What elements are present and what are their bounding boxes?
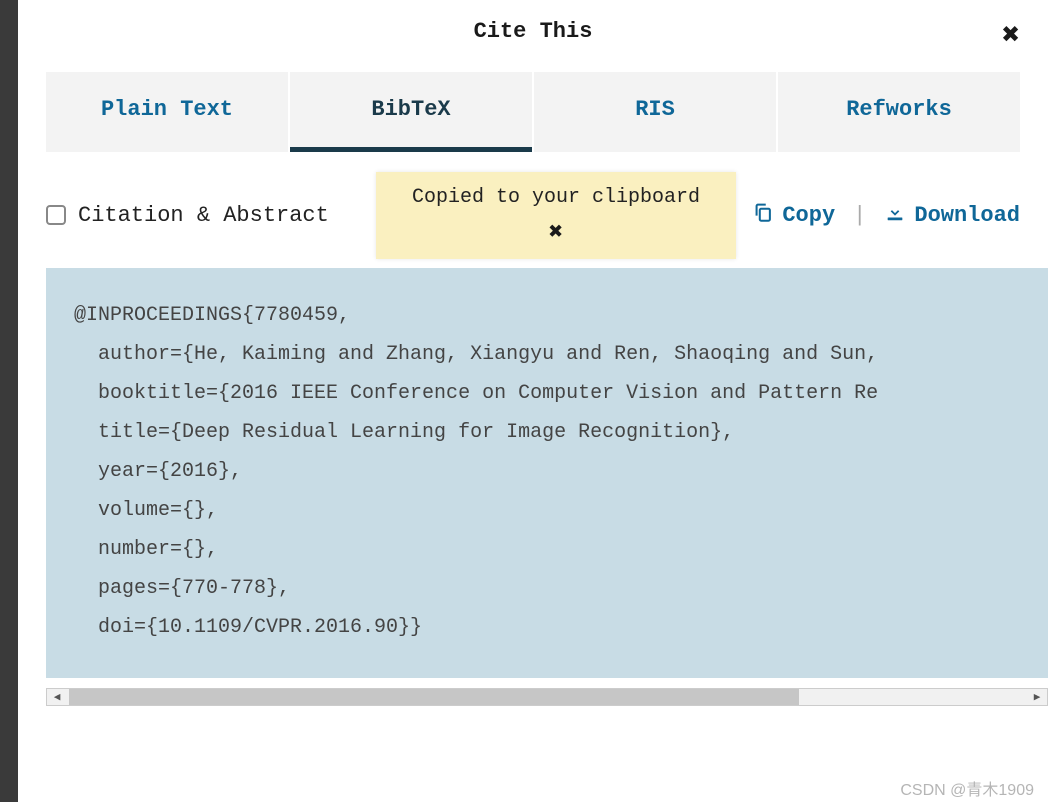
scroll-left-arrow-icon[interactable]: ◀ [47,689,67,705]
toast-close-icon[interactable]: ✖ [394,217,718,247]
scroll-right-arrow-icon[interactable]: ▶ [1027,689,1047,705]
tab-plain-text[interactable]: Plain Text [46,72,288,152]
download-button[interactable]: Download [884,201,1020,230]
copy-label: Copy [782,203,835,228]
tabs-bar: Plain Text BibTeX RIS Refworks [46,72,1020,152]
toolbar-divider: | [853,203,866,228]
modal-header: Cite This ✖ [18,0,1048,62]
citation-abstract-toggle: Citation & Abstract [46,203,329,228]
cite-modal: Cite This ✖ Plain Text BibTeX RIS Refwor… [18,0,1048,802]
scroll-thumb[interactable] [69,689,799,705]
copy-icon [752,201,774,230]
toolbar: Citation & Abstract Copied to your clipb… [46,180,1020,250]
horizontal-scrollbar[interactable]: ◀ ▶ [46,688,1048,706]
tab-bibtex[interactable]: BibTeX [290,72,532,152]
copied-toast: Copied to your clipboard ✖ [376,172,736,259]
citation-abstract-label: Citation & Abstract [78,203,329,228]
toolbar-actions: Copy | Download [752,201,1020,230]
modal-title: Cite This [474,19,593,44]
download-label: Download [914,203,1020,228]
download-icon [884,201,906,230]
citation-abstract-checkbox[interactable] [46,205,66,225]
close-icon[interactable]: ✖ [1002,22,1020,52]
copy-button[interactable]: Copy [752,201,835,230]
citation-code-block[interactable]: @INPROCEEDINGS{7780459, author={He, Kaim… [46,268,1048,678]
toast-message: Copied to your clipboard [394,186,718,209]
tab-ris[interactable]: RIS [534,72,776,152]
tab-refworks[interactable]: Refworks [778,72,1020,152]
watermark-text: CSDN @青木1909 [900,776,1034,800]
